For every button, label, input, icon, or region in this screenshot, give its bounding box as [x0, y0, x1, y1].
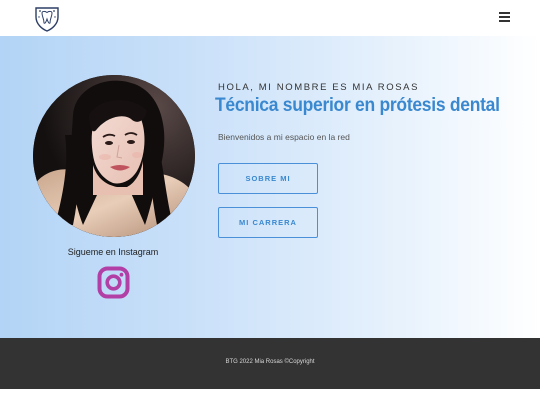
page-title: Técnica superior en prótesis dental [215, 95, 500, 116]
profile-photo-image [33, 75, 195, 237]
page: Sigueme en Instagram HOLA, MI NOMBRE ES … [0, 0, 540, 405]
greeting-text: HOLA, MI NOMBRE ES MIA ROSAS [218, 82, 420, 93]
instagram-cta-text: Sigueme en Instagram [67, 247, 159, 257]
instagram-icon [97, 266, 130, 299]
my-career-button[interactable]: MI CARRERA [218, 207, 318, 238]
tooth-logo-icon [35, 7, 59, 32]
footer: BTG 2022 Mia Rosas ©Copyright [0, 338, 540, 389]
about-me-button[interactable]: SOBRE MI [218, 163, 318, 194]
hamburger-menu-icon[interactable] [497, 10, 513, 26]
profile-photo [33, 75, 195, 237]
top-bar [0, 0, 540, 36]
footer-copyright: BTG 2022 Mia Rosas ©Copyright [225, 359, 315, 365]
intro-text: Bienvenidos a mi espacio en la red [218, 132, 350, 142]
